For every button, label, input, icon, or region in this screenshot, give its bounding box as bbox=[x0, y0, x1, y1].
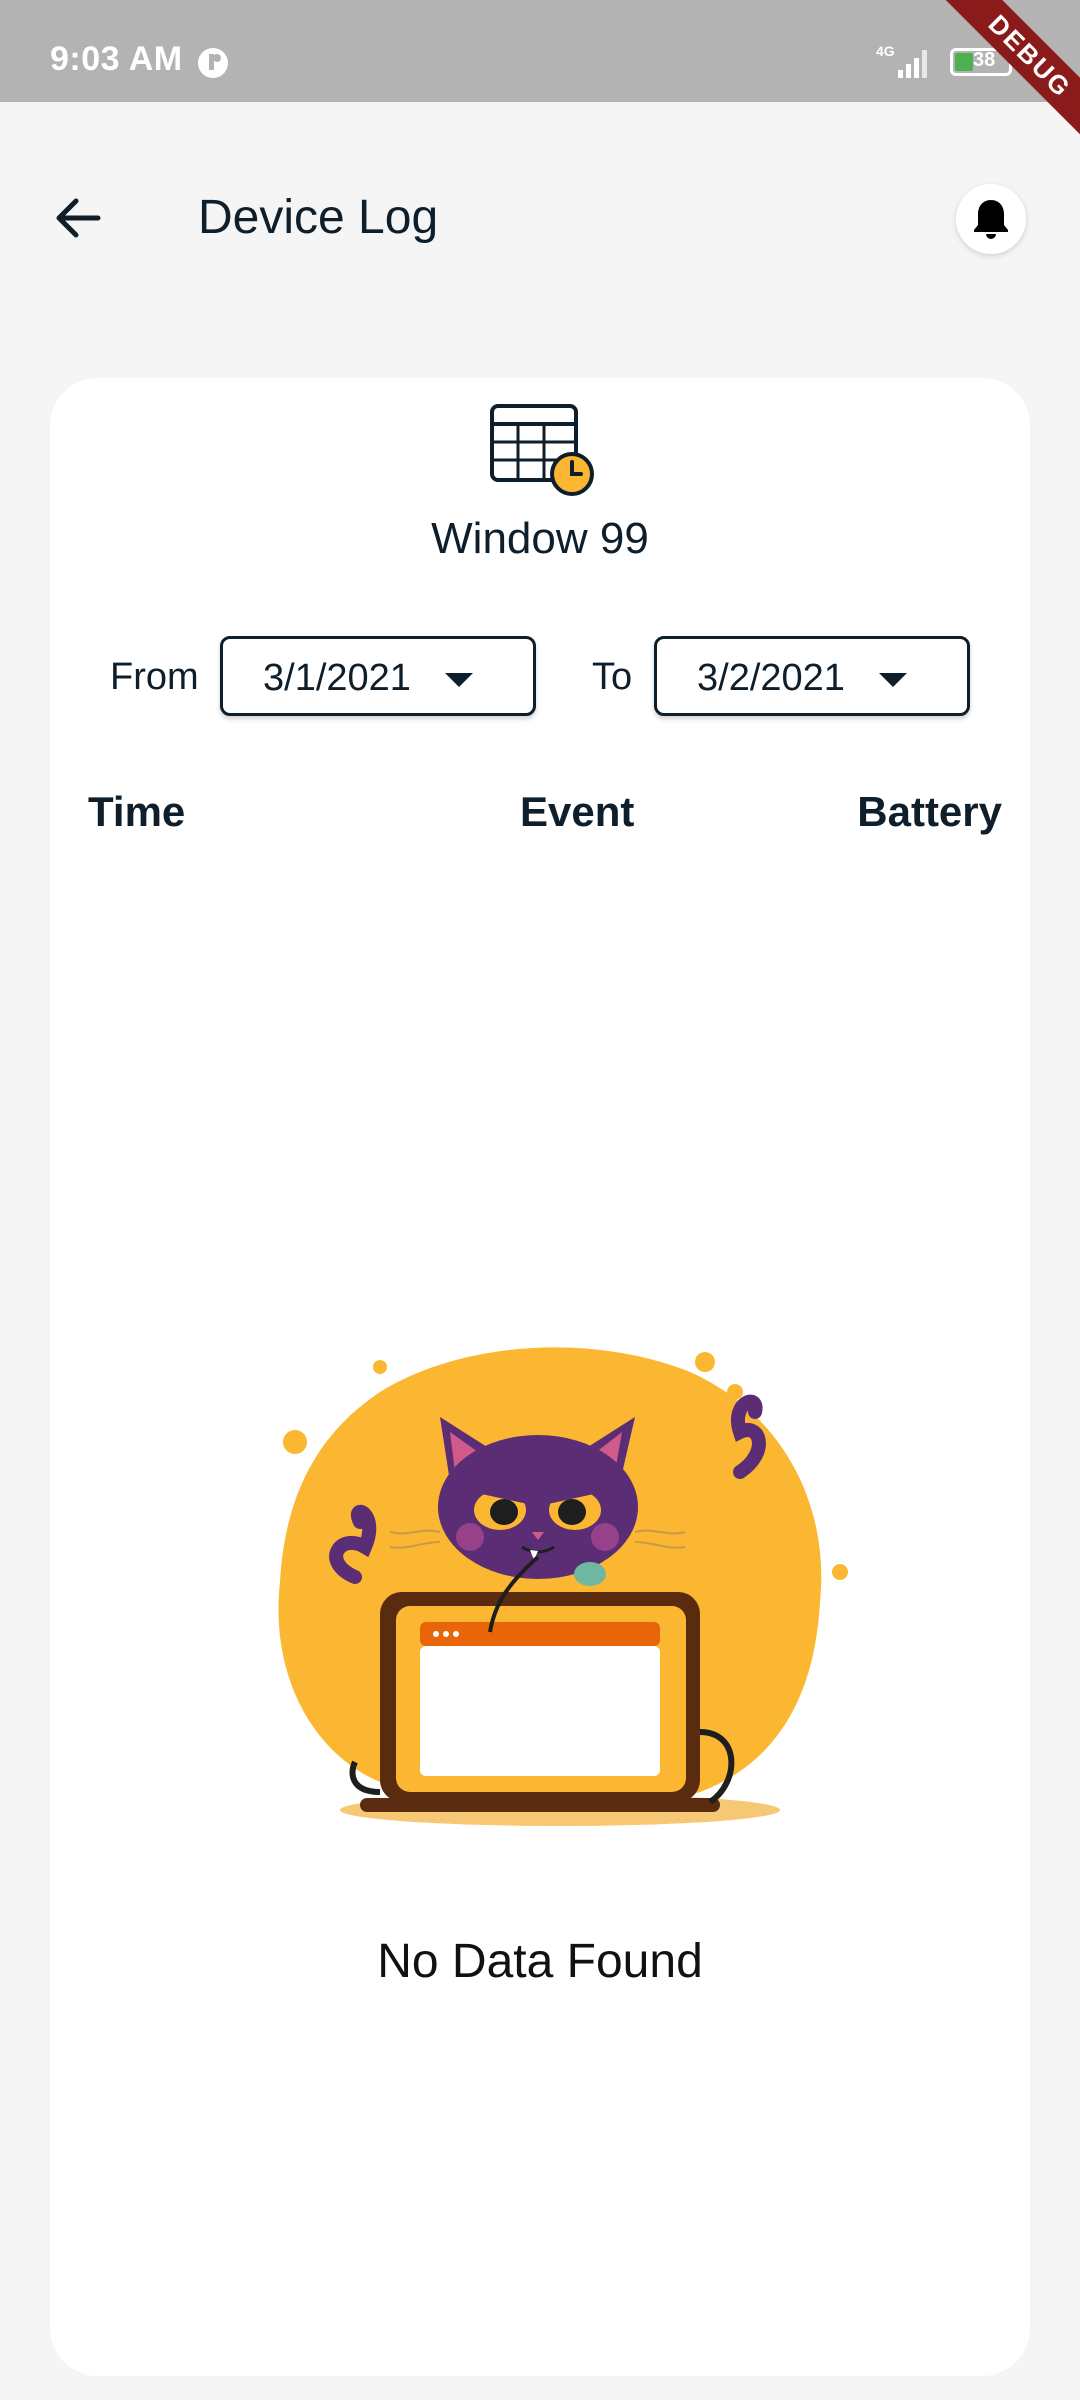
status-time: 9:03 AM bbox=[50, 40, 183, 78]
from-date-value: 3/1/2021 bbox=[263, 657, 411, 699]
network-type: 4G bbox=[876, 43, 895, 59]
from-label: From bbox=[110, 656, 199, 698]
column-header-event: Event bbox=[520, 788, 635, 835]
bell-icon bbox=[974, 200, 1008, 239]
app-notification-icon bbox=[198, 48, 228, 78]
column-header-time: Time bbox=[88, 788, 186, 835]
notifications-button[interactable] bbox=[956, 184, 1026, 254]
device-log-card: Window 99 From 3/1/2021 To 3/2/2021 Time… bbox=[50, 378, 1030, 2376]
dropdown-arrow-icon bbox=[879, 673, 907, 687]
arrow-left-icon bbox=[56, 198, 101, 238]
to-date-dropdown[interactable]: 3/2/2021 bbox=[654, 636, 970, 716]
page-title: Device Log bbox=[198, 191, 439, 244]
back-button[interactable] bbox=[48, 188, 108, 248]
table-clock-icon bbox=[490, 404, 594, 496]
device-name: Window 99 bbox=[431, 514, 649, 563]
grumpy-cat-laptop-illustration bbox=[278, 1347, 848, 1826]
to-label: To bbox=[592, 656, 633, 698]
from-date-dropdown[interactable]: 3/1/2021 bbox=[220, 636, 536, 716]
to-date-value: 3/2/2021 bbox=[697, 657, 845, 699]
empty-state-message: No Data Found bbox=[377, 1935, 703, 1988]
signal-icon bbox=[898, 50, 927, 78]
dropdown-arrow-icon bbox=[445, 673, 473, 687]
status-bar: 9:03 AM 4G 38 bbox=[0, 0, 1080, 102]
battery-level: 38 bbox=[973, 49, 996, 71]
column-header-battery: Battery bbox=[857, 788, 1002, 835]
